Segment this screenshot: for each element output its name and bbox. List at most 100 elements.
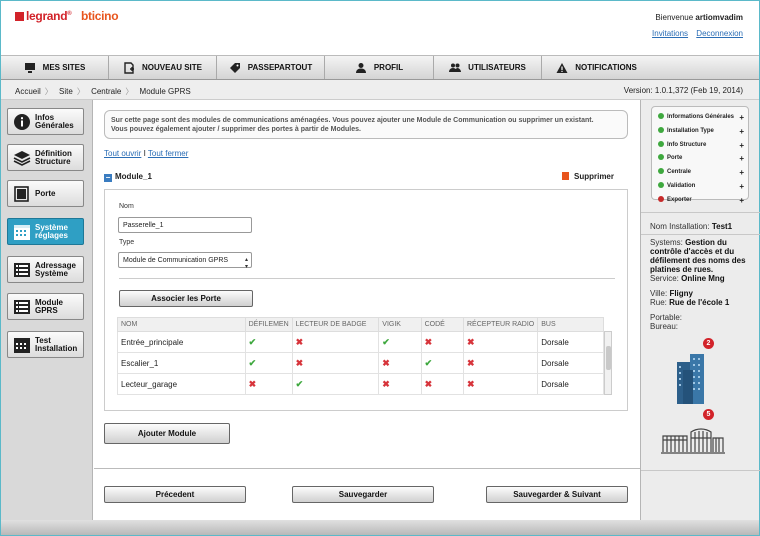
collapse-icon[interactable]: − bbox=[104, 174, 112, 182]
bticino-logo: bticino bbox=[81, 9, 119, 23]
scrollbar-thumb[interactable] bbox=[606, 346, 611, 370]
trash-icon bbox=[561, 172, 569, 180]
save-next-button[interactable]: Sauvegarder & Suivant bbox=[486, 486, 628, 503]
table-header-row: NOM DÉFILEMEN LECTEUR DE BADGE VIGIK COD… bbox=[117, 317, 604, 332]
col-vigik[interactable]: VIGIK bbox=[378, 317, 422, 332]
step-item[interactable]: Installation Type + bbox=[658, 126, 746, 136]
table-row[interactable]: Escalier_1 ✔ ✖ ✖ ✔ ✖ Dorsale bbox=[117, 352, 604, 374]
associate-doors-button[interactable]: Associer les Porte bbox=[119, 290, 253, 307]
expand-plus-icon[interactable]: + bbox=[739, 141, 744, 150]
status-dot-icon bbox=[658, 140, 664, 147]
cross-icon: ✖ bbox=[248, 378, 257, 389]
installation-name: Nom Installation: Test1 bbox=[650, 222, 733, 231]
expand-plus-icon[interactable]: + bbox=[739, 182, 744, 191]
module-panel: Nom Passerelle_1 Type Module de Communic… bbox=[104, 189, 628, 411]
col-recepteur-radio[interactable]: RÉCEPTEUR RADIO bbox=[462, 317, 539, 332]
sidebar-item-module-gprs[interactable]: Module GPRS bbox=[7, 293, 84, 320]
tag-icon bbox=[229, 62, 240, 73]
module-header: − Module_1 Supprimer bbox=[104, 172, 628, 186]
checkmark-icon: ✔ bbox=[248, 336, 257, 347]
checkmark-icon: ✔ bbox=[295, 378, 304, 389]
previous-button[interactable]: Précedent bbox=[104, 486, 246, 503]
nav-notifications[interactable]: NOTIFICATIONS bbox=[542, 56, 651, 79]
cell-status: ✔ bbox=[291, 373, 380, 395]
expand-plus-icon[interactable]: + bbox=[739, 127, 744, 136]
cross-icon: ✖ bbox=[424, 378, 433, 389]
sidebar-item-adressage-systeme[interactable]: Adressage Système bbox=[7, 256, 84, 283]
cross-icon: ✖ bbox=[466, 378, 475, 389]
gates-count-badge: 5 bbox=[703, 409, 714, 420]
step-item[interactable]: Exporter + bbox=[658, 195, 746, 205]
cell-status: ✖ bbox=[420, 373, 464, 395]
add-module-button[interactable]: Ajouter Module bbox=[104, 423, 230, 444]
sidebar-item-porte[interactable]: Porte bbox=[7, 180, 84, 207]
step-item[interactable]: Informations Générales + bbox=[658, 113, 746, 122]
step-item[interactable]: Info Structure + bbox=[658, 140, 746, 150]
table-row[interactable]: Lecteur_garage ✖ ✔ ✖ ✖ ✖ Dorsale bbox=[117, 373, 604, 395]
cross-icon: ✖ bbox=[424, 336, 433, 347]
cell-status: ✔ bbox=[378, 331, 422, 353]
sidebar-item-test-installation[interactable]: Test Installation bbox=[7, 331, 84, 358]
sidebar-item-definition-structure[interactable]: Définition Structure bbox=[7, 144, 84, 171]
expand-plus-icon[interactable]: + bbox=[739, 154, 744, 163]
list-icon bbox=[14, 299, 30, 314]
step-item[interactable]: Validation + bbox=[658, 182, 746, 191]
sidebar-item-infos-generales[interactable]: Infos Générales bbox=[7, 108, 84, 135]
cell-status: ✔ bbox=[244, 331, 293, 353]
nav-utilisateurs[interactable]: UTILISATEURS bbox=[434, 56, 542, 79]
status-dot-icon bbox=[658, 113, 664, 119]
list-icon bbox=[14, 262, 30, 277]
breadcrumb-accueil[interactable]: Accueil bbox=[15, 87, 41, 96]
header-links: Invitations Deconnexion bbox=[646, 29, 743, 38]
table-row[interactable]: Entrée_principale ✔ ✖ ✔ ✖ ✖ Dorsale bbox=[117, 331, 604, 353]
sidebar-item-systeme-reglages[interactable]: Système réglages bbox=[7, 218, 84, 245]
doors-table: NOM DÉFILEMEN LECTEUR DE BADGE VIGIK COD… bbox=[117, 317, 604, 395]
col-code[interactable]: CODÉ bbox=[420, 317, 464, 332]
nav-profil[interactable]: PROFIL bbox=[325, 56, 434, 79]
delete-module-button[interactable]: Supprimer bbox=[561, 172, 614, 181]
expand-plus-icon[interactable]: + bbox=[739, 113, 744, 122]
nav-nouveau-site[interactable]: NOUVEAU SITE bbox=[109, 56, 217, 79]
invitations-link[interactable]: Invitations bbox=[652, 29, 688, 38]
col-defilement[interactable]: DÉFILEMEN bbox=[244, 317, 293, 332]
breadcrumb-site[interactable]: Site bbox=[59, 87, 73, 96]
systems-info: Systems: Gestion du contrôle d'accès et … bbox=[650, 238, 746, 283]
right-divider bbox=[641, 234, 760, 235]
checkmark-icon: ✔ bbox=[382, 336, 390, 347]
collapse-all-link[interactable]: Tout fermer bbox=[148, 149, 188, 158]
save-button[interactable]: Sauvegarder bbox=[292, 486, 434, 503]
expand-plus-icon[interactable]: + bbox=[739, 168, 744, 177]
step-item[interactable]: Porte + bbox=[658, 154, 746, 163]
expand-plus-icon[interactable]: + bbox=[739, 196, 744, 205]
name-input[interactable]: Passerelle_1 bbox=[118, 217, 252, 233]
right-divider bbox=[641, 212, 760, 213]
info-icon bbox=[14, 113, 30, 130]
nav-mes-sites[interactable]: MES SITES bbox=[1, 56, 109, 79]
breadcrumb-current: Module GPRS bbox=[139, 87, 191, 96]
checkmark-icon: ✔ bbox=[248, 357, 257, 368]
new-document-icon bbox=[124, 61, 134, 74]
nav-passepartout[interactable]: PASSEPARTOUT bbox=[217, 56, 325, 79]
col-nom[interactable]: NOM bbox=[117, 317, 246, 332]
info-box: Sur cette page sont des modules de commu… bbox=[104, 110, 628, 139]
breadcrumb-centrale[interactable]: Centrale bbox=[91, 87, 121, 96]
col-lecteur-badge[interactable]: LECTEUR DE BADGE bbox=[291, 317, 380, 332]
logout-link[interactable]: Deconnexion bbox=[696, 29, 743, 38]
cell-nom: Escalier_1 bbox=[117, 352, 246, 374]
calendar-icon bbox=[14, 337, 30, 353]
cross-icon: ✖ bbox=[295, 357, 304, 368]
version-label: Version: 1.0.1,372 (Feb 19, 2014) bbox=[623, 86, 743, 95]
module-title: Module_1 bbox=[115, 172, 152, 181]
status-dot-icon bbox=[658, 182, 664, 188]
step-item[interactable]: Centrale + bbox=[658, 168, 746, 177]
type-select[interactable]: Module de Communication GPRS ▴ ▾ bbox=[118, 252, 252, 270]
status-dot-icon bbox=[658, 195, 664, 202]
expand-toggles: Tout ouvrir I Tout fermer bbox=[104, 149, 189, 158]
table-scrollbar[interactable] bbox=[604, 331, 612, 395]
building-icon bbox=[677, 354, 704, 404]
expand-all-link[interactable]: Tout ouvrir bbox=[104, 149, 141, 158]
col-bus[interactable]: BUS bbox=[537, 317, 604, 332]
status-dot-icon bbox=[658, 126, 664, 133]
right-divider bbox=[641, 470, 760, 471]
cross-icon: ✖ bbox=[382, 378, 390, 389]
